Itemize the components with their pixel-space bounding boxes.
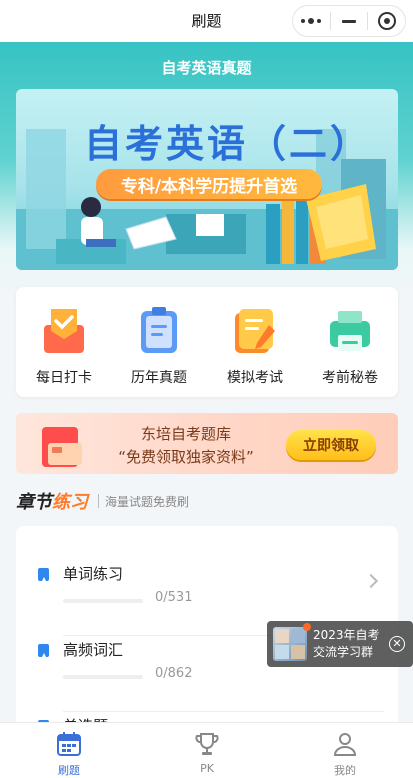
quick-action-past-papers[interactable]: 历年真题 (119, 305, 199, 387)
banner-tagline: 专科/本科学历提升首选 (96, 169, 322, 199)
section-subtitle: 海量试题免费刷 (105, 494, 190, 509)
more-button[interactable] (293, 6, 330, 36)
chapter-title: 高频词汇 (63, 641, 124, 659)
group-thumbnail (273, 627, 307, 661)
mini-program-capsule (292, 5, 406, 37)
quick-action-daily-checkin[interactable]: 每日打卡 (24, 305, 104, 387)
printer-icon (330, 311, 370, 351)
tab-label: PK (200, 762, 214, 775)
calendar-icon (57, 732, 81, 756)
section-heading: 章节 练习 海量试题免费刷 (16, 487, 189, 515)
quick-action-label: 模拟考试 (227, 370, 283, 386)
notification-dot (303, 623, 311, 631)
quick-action-label: 每日打卡 (36, 370, 92, 386)
tab-profile[interactable]: 我的 (295, 731, 395, 778)
quick-actions-card: 每日打卡 历年真题 模拟考试 考前秘卷 (16, 287, 398, 397)
quick-action-mock-exam[interactable]: 模拟考试 (215, 305, 295, 387)
chapter-progress-count: 0/531 (155, 590, 193, 605)
hero-banner[interactable]: 自考英语（二） 专科/本科学历提升首选 (16, 89, 398, 270)
close-app-button[interactable] (368, 6, 405, 36)
quick-action-final-papers[interactable]: 考前秘卷 (310, 305, 390, 387)
minimize-button[interactable] (331, 6, 368, 36)
tab-pk[interactable]: PK (157, 731, 257, 775)
close-target-icon (377, 12, 396, 30)
bottom-tab-bar: 刷题 PK 我的 (0, 722, 413, 778)
chapter-title: 单词练习 (63, 565, 124, 583)
top-bar: 刷题 (0, 0, 413, 42)
minimize-icon (342, 19, 356, 23)
calendar-check-icon (44, 309, 84, 353)
tab-label: 刷题 (58, 764, 80, 777)
claim-now-button[interactable]: 立即领取 (286, 430, 376, 460)
promo-headline: 东培自考题库 (140, 425, 231, 443)
quick-action-label: 历年真题 (131, 370, 187, 386)
section-divider (98, 494, 99, 508)
section-title-b: 练习 (52, 492, 88, 513)
section-title-a: 章节 (16, 492, 52, 513)
study-group-float[interactable]: 2023年自考交流学习群 ✕ (267, 621, 413, 667)
group-avatars-image (275, 629, 305, 659)
quick-action-label: 考前秘卷 (322, 370, 378, 386)
promo-banner[interactable]: 东培自考题库 “免费领取独家资料” 立即领取 (16, 413, 398, 474)
book-icon (38, 568, 49, 581)
chapter-progress-bar (63, 675, 143, 679)
study-group-text: 2023年自考交流学习群 (313, 628, 380, 659)
page-title: 自考英语真题 (161, 59, 252, 77)
notebook-pencil-icon (235, 309, 275, 353)
promo-subline: “免费领取独家资料” (118, 448, 254, 466)
clipboard-icon (141, 307, 177, 353)
chapter-progress-count: 0/862 (155, 666, 193, 681)
more-dots-icon (301, 18, 322, 24)
close-float-button[interactable]: ✕ (389, 636, 405, 652)
banner-title: 自考英语（二） (84, 122, 372, 166)
tab-practice[interactable]: 刷题 (19, 731, 119, 778)
chapter-progress-bar (63, 599, 143, 603)
trophy-icon (195, 733, 219, 755)
book-icon (38, 644, 49, 657)
tab-label: 我的 (334, 764, 356, 777)
chevron-right-icon (363, 573, 379, 589)
user-icon (333, 733, 357, 756)
